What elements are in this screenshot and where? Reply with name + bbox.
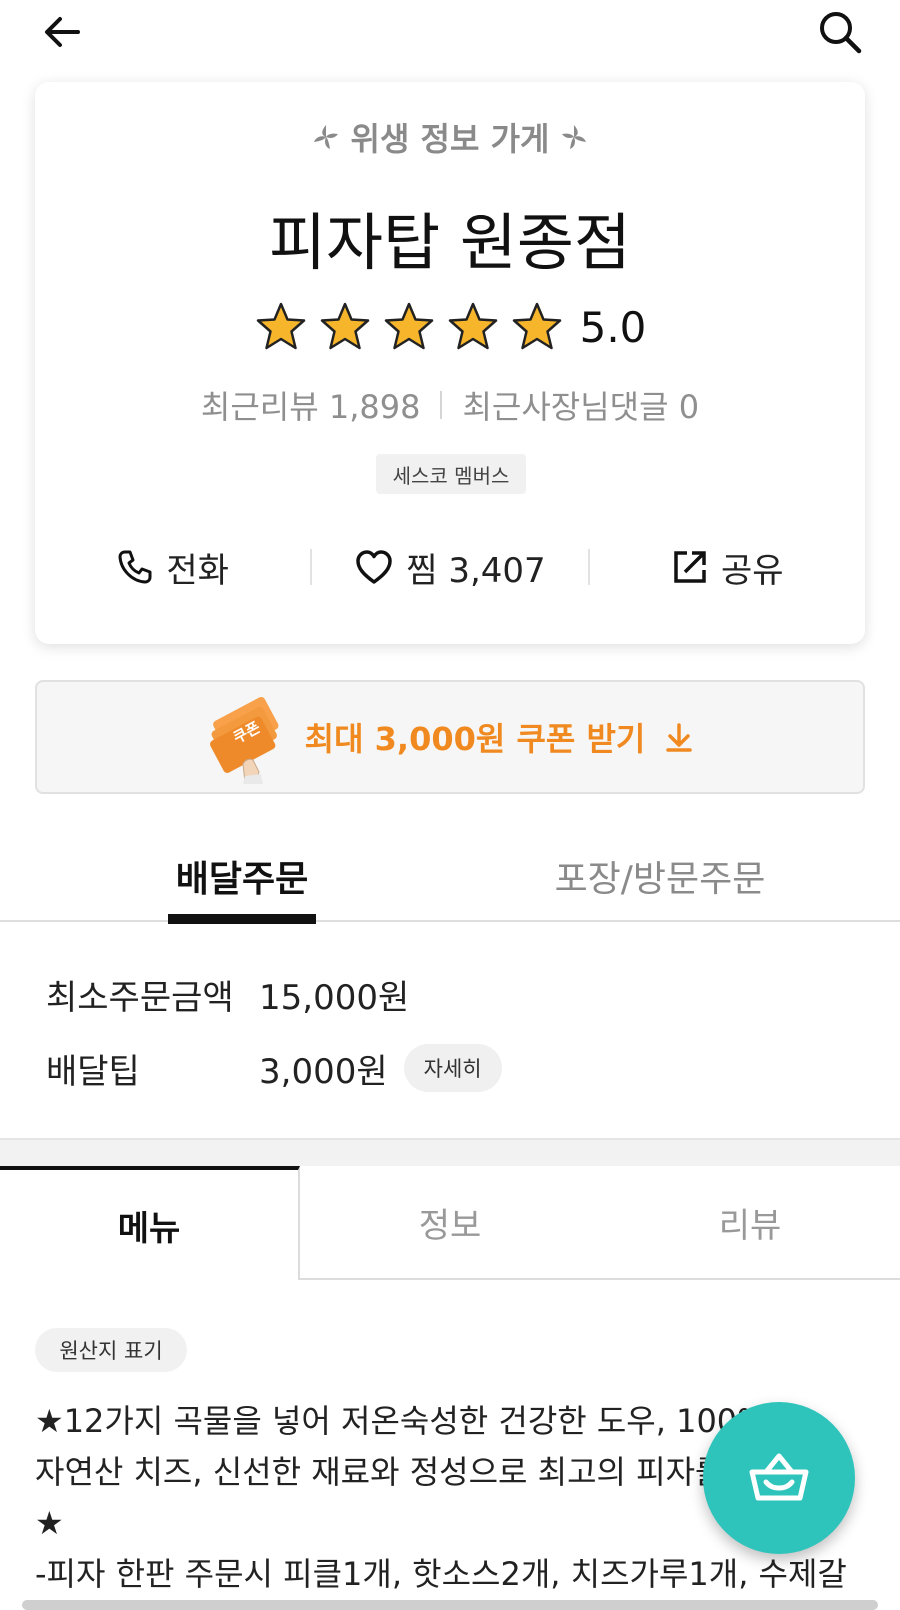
hygiene-label-text: 위생 정보 가게 <box>350 120 550 158</box>
delivery-tip-row: 배달팁 3,000원 자세히 <box>46 1038 502 1098</box>
tab-menu[interactable]: 메뉴 <box>0 1166 300 1280</box>
like-button[interactable]: 찜 3,407 <box>312 543 587 592</box>
star-icon <box>448 302 497 350</box>
membership-badge: 세스코 멤버스 <box>376 454 526 494</box>
tab-delivery-order[interactable]: 배달주문 <box>168 830 316 924</box>
star-icon <box>256 302 305 350</box>
hygiene-info-label: 위생 정보 가게 <box>35 114 865 160</box>
arrow-left-icon <box>45 17 80 47</box>
heart-icon <box>356 550 393 584</box>
star-icon <box>512 302 561 350</box>
star-icon <box>384 302 433 350</box>
like-count-label: 찜 3,407 <box>406 550 546 591</box>
call-label: 전화 <box>166 550 229 591</box>
divider <box>440 391 443 419</box>
store-info-card: 위생 정보 가게 피자탑 원종점 5.0 최근리뷰 1,898 최근사장님댓글 … <box>35 82 865 644</box>
star-icon <box>320 302 369 350</box>
delivery-tip-label: 배달팁 <box>46 1051 140 1092</box>
review-counts: 최근리뷰 1,898 최근사장님댓글 0 <box>35 382 865 428</box>
top-bar <box>0 0 900 70</box>
origin-label-button[interactable]: 원산지 표기 <box>35 1328 187 1372</box>
leaf-ornament-right-icon <box>562 125 587 149</box>
leaf-ornament-left-icon <box>313 125 338 149</box>
recent-review-count[interactable]: 최근리뷰 1,898 <box>201 382 421 428</box>
min-order-label: 최소주문금액 <box>46 977 234 1018</box>
rating-value: 5.0 <box>579 302 647 352</box>
coupon-text: 최대 3,000원 쿠폰 받기 <box>304 720 646 758</box>
delivery-tip-value: 3,000원 <box>259 1051 388 1092</box>
min-order-row: 최소주문금액 15,000원 <box>46 964 409 1024</box>
download-arrow-icon <box>666 723 693 752</box>
delivery-tip-detail-button[interactable]: 자세히 <box>403 1044 502 1092</box>
share-icon <box>674 551 706 583</box>
section-divider <box>0 1138 900 1166</box>
phone-icon <box>118 550 152 584</box>
store-name: 피자탑 원종점 <box>269 206 631 279</box>
tab-reviews[interactable]: 리뷰 <box>600 1166 900 1280</box>
order-type-tabs: 배달주문 포장/방문주문 <box>0 830 900 924</box>
back-button[interactable] <box>34 4 90 60</box>
share-label: 공유 <box>721 550 784 591</box>
min-order-value: 15,000원 <box>259 977 410 1018</box>
tab-pickup-order[interactable]: 포장/방문주문 <box>520 830 800 922</box>
store-actions: 전화 찜 3,407 공유 <box>35 532 865 602</box>
coupon-ticket-image: 쿠폰 <box>209 696 279 784</box>
rating-row: 5.0 <box>35 300 865 354</box>
scroll-indicator <box>22 1600 878 1610</box>
cart-button[interactable] <box>703 1402 855 1554</box>
search-button[interactable] <box>812 4 868 60</box>
search-icon <box>820 12 862 54</box>
share-button[interactable]: 공유 <box>590 543 865 592</box>
coupon-banner[interactable]: 쿠폰 최대 3,000원 쿠폰 받기 <box>35 680 865 794</box>
shopping-basket-icon <box>749 1453 809 1501</box>
content-tabs: 메뉴 정보 리뷰 <box>0 1166 900 1280</box>
tab-info[interactable]: 정보 <box>300 1166 600 1280</box>
call-button[interactable]: 전화 <box>35 543 310 592</box>
owner-comment-count[interactable]: 최근사장님댓글 0 <box>462 382 699 428</box>
